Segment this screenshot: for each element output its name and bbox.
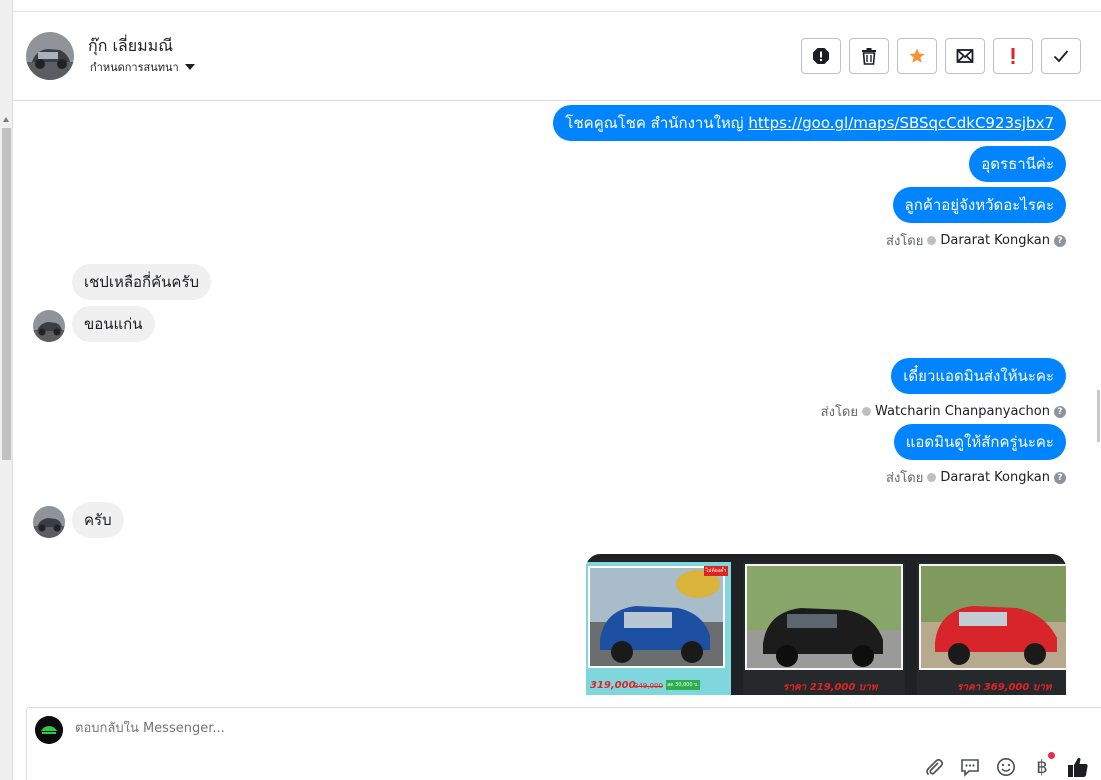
star-icon <box>909 48 925 63</box>
contact-avatar-small[interactable] <box>33 506 65 538</box>
tile-old-price: 349,000 <box>634 682 663 690</box>
agent-name[interactable]: Watcharin Chanpanyachon <box>875 404 1050 419</box>
mark-done-button[interactable] <box>1041 38 1081 74</box>
trash-icon <box>862 48 876 65</box>
baht-payment-icon[interactable]: ฿ <box>1031 756 1053 778</box>
notification-dot <box>1048 752 1055 759</box>
left-scrollbar[interactable] <box>0 0 13 780</box>
image-attachment[interactable]: ไม่ต้องค้ำ 319,000 349,000 ลด 30,000 บ. … <box>586 554 1066 695</box>
conversation-header: กุ๊ก เลี่ยมมณี กำหนดการสนทนา <box>13 12 1101 101</box>
message-text: โชคคูณโชค สำนักงานใหญ่ <box>565 114 749 132</box>
tile-corner-badge: ไม่ต้องค้ำ <box>704 566 728 576</box>
scroll-up-arrow-icon[interactable] <box>3 117 9 122</box>
messenger-inbox: กุ๊ก เลี่ยมมณี กำหนดการสนทนา โชคคูณโชค ส… <box>0 0 1101 780</box>
conversation-schedule-label: กำหนดการสนทนา <box>90 61 179 74</box>
spam-icon <box>813 48 829 64</box>
mark-unread-button[interactable] <box>945 38 985 74</box>
sent-by-label: ส่งโดย <box>820 405 858 420</box>
important-button[interactable] <box>993 38 1033 74</box>
reply-input[interactable] <box>75 721 675 736</box>
contact-avatar[interactable] <box>26 32 74 80</box>
sent-by-label: ส่งโดย <box>886 471 924 486</box>
outgoing-message[interactable]: โชคคูณโชค สำนักงานใหญ่ https://goo.gl/ma… <box>553 105 1066 141</box>
car-tile-blue: ไม่ต้องค้ำ 319,000 349,000 ลด 30,000 บ. <box>586 562 731 695</box>
tile-price: 319,000 <box>590 680 636 691</box>
outgoing-message[interactable]: เดี๋ยวแอดมินส่งให้นะคะ <box>891 358 1066 394</box>
incoming-message[interactable]: ขอนแก่น <box>72 306 155 342</box>
sent-by-label: ส่งโดย <box>886 234 924 249</box>
sent-by-row: ส่งโดย Dararat Kongkan ? <box>886 467 1066 488</box>
car-tile-red: ราคา 369,000 บาท <box>917 562 1066 695</box>
outgoing-message[interactable]: ลูกค้าอยู่จังหวัดอะไรคะ <box>892 187 1066 223</box>
emoji-icon[interactable] <box>995 756 1017 778</box>
verified-icon <box>927 473 937 482</box>
car-tile-black: ราคา 219,000 บาท <box>743 562 905 695</box>
mark-unread-icon <box>956 49 974 63</box>
contact-name[interactable]: กุ๊ก เลี่ยมมณี <box>88 34 173 59</box>
page-avatar <box>35 716 63 744</box>
verified-icon <box>927 236 937 245</box>
caret-down-icon <box>184 64 195 70</box>
help-icon[interactable]: ? <box>1054 405 1066 418</box>
sent-by-row: ส่งโดย Watcharin Chanpanyachon ? <box>821 401 1066 422</box>
tile-discount-badge: ลด 30,000 บ. <box>666 680 700 690</box>
paperclip-icon[interactable] <box>923 756 945 778</box>
right-scrollbar-thumb[interactable] <box>1097 390 1100 442</box>
agent-name[interactable]: Dararat Kongkan <box>940 233 1050 248</box>
scrollbar-thumb[interactable] <box>2 128 11 460</box>
important-icon <box>1011 48 1015 64</box>
tile-price: ราคา 369,000 บาท <box>957 682 1052 693</box>
help-icon[interactable]: ? <box>1054 471 1066 484</box>
star-button[interactable] <box>897 38 937 74</box>
spam-button[interactable] <box>801 38 841 74</box>
outgoing-message[interactable]: แอดมินดูให้สักครู่นะคะ <box>893 424 1066 460</box>
conversation-schedule-dropdown[interactable]: กำหนดการสนทนา <box>90 58 195 76</box>
sent-by-row: ส่งโดย Dararat Kongkan ? <box>886 230 1066 251</box>
saved-reply-icon[interactable] <box>959 756 981 778</box>
tile-price: ราคา 219,000 บาท <box>783 682 878 693</box>
contact-avatar-small[interactable] <box>33 310 65 342</box>
agent-name[interactable]: Dararat Kongkan <box>940 470 1050 485</box>
verified-icon <box>862 407 871 416</box>
done-icon <box>1053 50 1069 63</box>
thumbs-up-icon[interactable] <box>1067 756 1089 778</box>
map-link[interactable]: https://goo.gl/maps/SBSqcCdkC923sjbx7 <box>748 114 1054 132</box>
incoming-message[interactable]: ครับ <box>72 502 124 538</box>
incoming-message[interactable]: เชปเหลือกี่คันครับ <box>72 264 212 300</box>
message-thread[interactable]: โชคคูณโชค สำนักงานใหญ่ https://goo.gl/ma… <box>13 101 1096 695</box>
reply-composer: ฿ <box>26 707 1101 780</box>
help-icon[interactable]: ? <box>1054 234 1066 247</box>
delete-button[interactable] <box>849 38 889 74</box>
outgoing-message[interactable]: อุดรธานีค่ะ <box>969 146 1066 182</box>
